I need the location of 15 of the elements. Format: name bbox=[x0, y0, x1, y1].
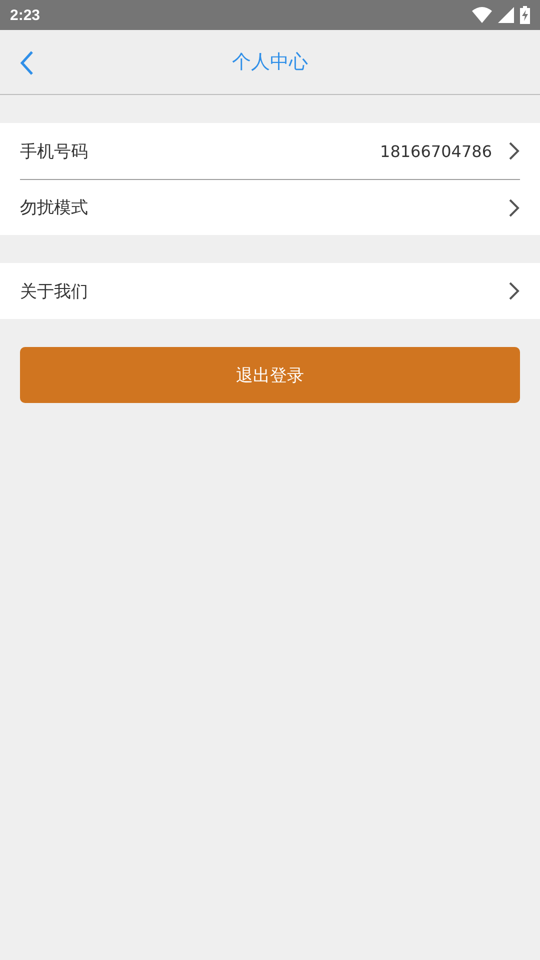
settings-row[interactable]: 勿扰模式 bbox=[20, 179, 520, 235]
chevron-right-icon bbox=[508, 141, 520, 161]
settings-row[interactable]: 手机号码 18166704786 bbox=[20, 123, 520, 179]
chevron-right-icon bbox=[508, 281, 520, 301]
row-label: 手机号码 bbox=[20, 140, 89, 162]
chevron-right-icon bbox=[508, 198, 520, 218]
row-label: 勿扰模式 bbox=[20, 197, 89, 219]
clock-time: 2:23 bbox=[10, 6, 40, 24]
page-title: 个人中心 bbox=[232, 50, 308, 75]
row-label: 关于我们 bbox=[20, 280, 89, 302]
row-value: 18166704786 bbox=[380, 142, 492, 160]
back-chevron-icon bbox=[18, 50, 36, 76]
wifi-icon bbox=[472, 7, 492, 23]
battery-icon bbox=[520, 6, 530, 24]
signal-icon bbox=[498, 7, 514, 23]
